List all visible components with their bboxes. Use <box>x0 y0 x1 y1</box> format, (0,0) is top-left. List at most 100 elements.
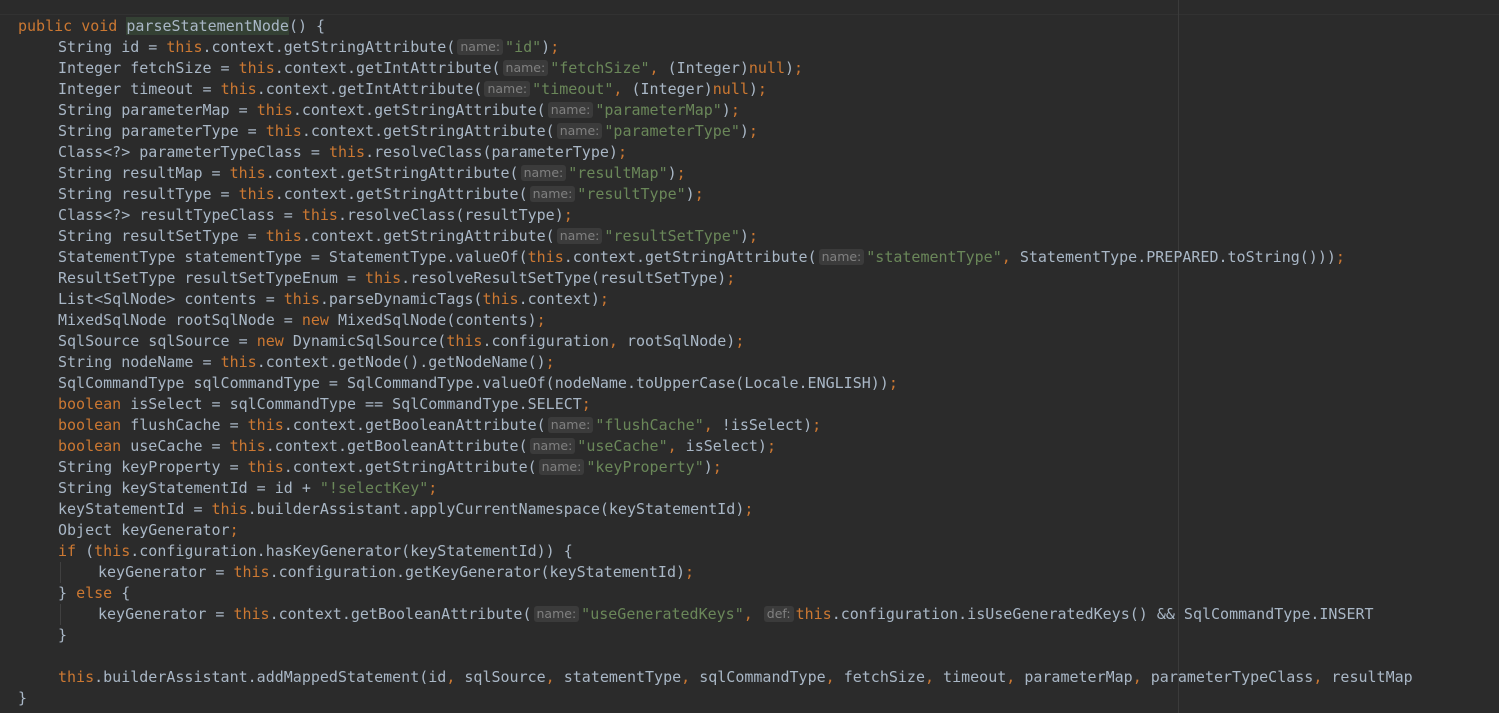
parameter-hint: name: <box>529 438 576 454</box>
code-line[interactable]: boolean useCache = this.context.getBoole… <box>18 436 1413 457</box>
code-token: ) <box>721 101 731 119</box>
string-token: "resultMap" <box>568 164 668 182</box>
code-line[interactable]: this.builderAssistant.addMappedStatement… <box>18 667 1413 688</box>
code-token: DynamicSqlSource( <box>292 332 447 350</box>
code-line[interactable]: String keyProperty = this.context.getStr… <box>18 457 1413 478</box>
code-line[interactable]: boolean isSelect = sqlCommandType == Sql… <box>18 394 1413 415</box>
code-token: String keyProperty = <box>58 458 248 476</box>
keyword-token: this <box>265 122 302 140</box>
code-line[interactable]: SqlCommandType sqlCommandType = SqlComma… <box>18 373 1413 394</box>
keyword-token: else <box>76 584 122 602</box>
code-token: .context.getStringAttribute( <box>563 248 817 266</box>
keyword-token: this <box>238 59 275 77</box>
keyword-token: ; <box>712 458 722 476</box>
keyword-token: , <box>825 668 844 686</box>
code-line[interactable]: } <box>18 688 1413 709</box>
code-line[interactable]: MixedSqlNode rootSqlNode = new MixedSqlN… <box>18 310 1413 331</box>
keyword-token: this <box>482 290 519 308</box>
keyword-token: this <box>233 605 270 623</box>
keyword-token: boolean <box>58 416 131 434</box>
keyword-token: , <box>703 416 722 434</box>
keyword-token: public void <box>18 17 127 35</box>
code-line[interactable]: String resultSetType = this.context.getS… <box>18 226 1413 247</box>
code-line[interactable]: StatementType statementType = StatementT… <box>18 247 1413 268</box>
keyword-token: ; <box>685 563 695 581</box>
keyword-token: ; <box>617 143 627 161</box>
string-token: "id" <box>505 38 542 56</box>
string-token: "!selectKey" <box>319 479 429 497</box>
code-token: sqlCommandType <box>699 668 826 686</box>
code-token: .resolveClass(resultType) <box>337 206 564 224</box>
code-token: flushCache = <box>130 416 248 434</box>
code-token: } <box>58 584 77 602</box>
keyword-token: ; <box>888 374 898 392</box>
code-token: StatementType.PREPARED.toString())) <box>1019 248 1336 266</box>
code-line[interactable]: Class<?> resultTypeClass = this.resolveC… <box>18 205 1413 226</box>
keyword-token: ; <box>794 59 804 77</box>
code-line[interactable]: keyStatementId = this.builderAssistant.a… <box>18 499 1413 520</box>
code-line[interactable]: String nodeName = this.context.getNode()… <box>18 352 1413 373</box>
code-line[interactable]: String parameterType = this.context.getS… <box>18 121 1413 142</box>
code-token: String resultSetType = <box>58 227 266 245</box>
keyword-token: , <box>1313 668 1332 686</box>
keyword-token: this <box>229 437 266 455</box>
code-token: () { <box>288 17 326 35</box>
code-line[interactable]: keyGenerator = this.configuration.getKey… <box>18 562 1413 583</box>
code-token: SqlCommandType sqlCommandType = SqlComma… <box>58 374 889 392</box>
keyword-token: this <box>220 353 257 371</box>
code-line[interactable]: keyGenerator = this.context.getBooleanAt… <box>18 604 1413 625</box>
code-token: ) <box>541 38 551 56</box>
code-line[interactable]: String keyStatementId = id + "!selectKey… <box>18 478 1413 499</box>
keyword-token: ; <box>730 101 740 119</box>
keyword-token: ; <box>536 311 546 329</box>
keyword-token: , <box>1001 248 1020 266</box>
code-line[interactable]: SqlSource sqlSource = new DynamicSqlSour… <box>18 331 1413 352</box>
keyword-token: , <box>667 437 686 455</box>
keyword-token: ; <box>735 332 745 350</box>
code-token: String keyStatementId = id + <box>58 479 320 497</box>
code-line[interactable]: String resultMap = this.context.getStrin… <box>18 163 1413 184</box>
code-line[interactable]: Class<?> parameterTypeClass = this.resol… <box>18 142 1413 163</box>
code-line[interactable]: List<SqlNode> contents = this.parseDynam… <box>18 289 1413 310</box>
code-line[interactable] <box>18 646 1413 667</box>
code-token: isSelect = sqlCommandType == SqlCommandT… <box>130 395 582 413</box>
code-line[interactable]: String resultType = this.context.getStri… <box>18 184 1413 205</box>
code-token: Class<?> parameterTypeClass = <box>58 143 329 161</box>
code-line[interactable]: Integer fetchSize = this.context.getIntA… <box>18 58 1413 79</box>
code-line[interactable]: boolean flushCache = this.context.getBoo… <box>18 415 1413 436</box>
code-token: MixedSqlNode(contents) <box>337 311 537 329</box>
string-token: "flushCache" <box>595 416 704 434</box>
code-line[interactable]: public void parseStatementNode() { <box>18 16 1413 37</box>
code-line[interactable]: String parameterMap = this.context.getSt… <box>18 100 1413 121</box>
code-line[interactable]: Integer timeout = this.context.getIntAtt… <box>18 79 1413 100</box>
code-token: String nodeName = <box>58 353 221 371</box>
method-name-highlight: parseStatementNode <box>126 17 289 35</box>
keyword-token: , <box>681 668 700 686</box>
keyword-token: , <box>1132 668 1151 686</box>
keyword-token: ; <box>581 395 591 413</box>
editor-top-border <box>0 0 1499 15</box>
code-token: (Integer) <box>631 80 713 98</box>
code-token: .builderAssistant.addMappedStatement(id <box>94 668 447 686</box>
code-token: .context.getStringAttribute( <box>202 38 456 56</box>
code-token: ) <box>703 458 713 476</box>
indent-guide <box>60 562 61 583</box>
code-line[interactable]: if (this.configuration.hasKeyGenerator(k… <box>18 541 1413 562</box>
code-token: .context.getIntAttribute( <box>274 59 501 77</box>
code-line[interactable]: Object keyGenerator; <box>18 520 1413 541</box>
code-token: ) <box>667 164 677 182</box>
keyword-token: ; <box>676 164 686 182</box>
code-line[interactable]: } <box>18 625 1413 646</box>
keyword-token: this <box>238 185 275 203</box>
keyword-token: ; <box>744 500 754 518</box>
code-area[interactable]: public void parseStatementNode() {String… <box>18 16 1413 709</box>
code-token: .context.getStringAttribute( <box>265 164 519 182</box>
code-line[interactable]: } else { <box>18 583 1413 604</box>
code-line[interactable]: ResultSetType resultSetTypeEnum = this.r… <box>18 268 1413 289</box>
code-line[interactable]: String id = this.context.getStringAttrib… <box>18 37 1413 58</box>
keyword-token: this <box>211 500 248 518</box>
keyword-token: this <box>301 206 338 224</box>
code-editor[interactable]: public void parseStatementNode() {String… <box>0 0 1499 713</box>
code-token: sqlSource <box>464 668 546 686</box>
parameter-hint: name: <box>556 228 603 244</box>
